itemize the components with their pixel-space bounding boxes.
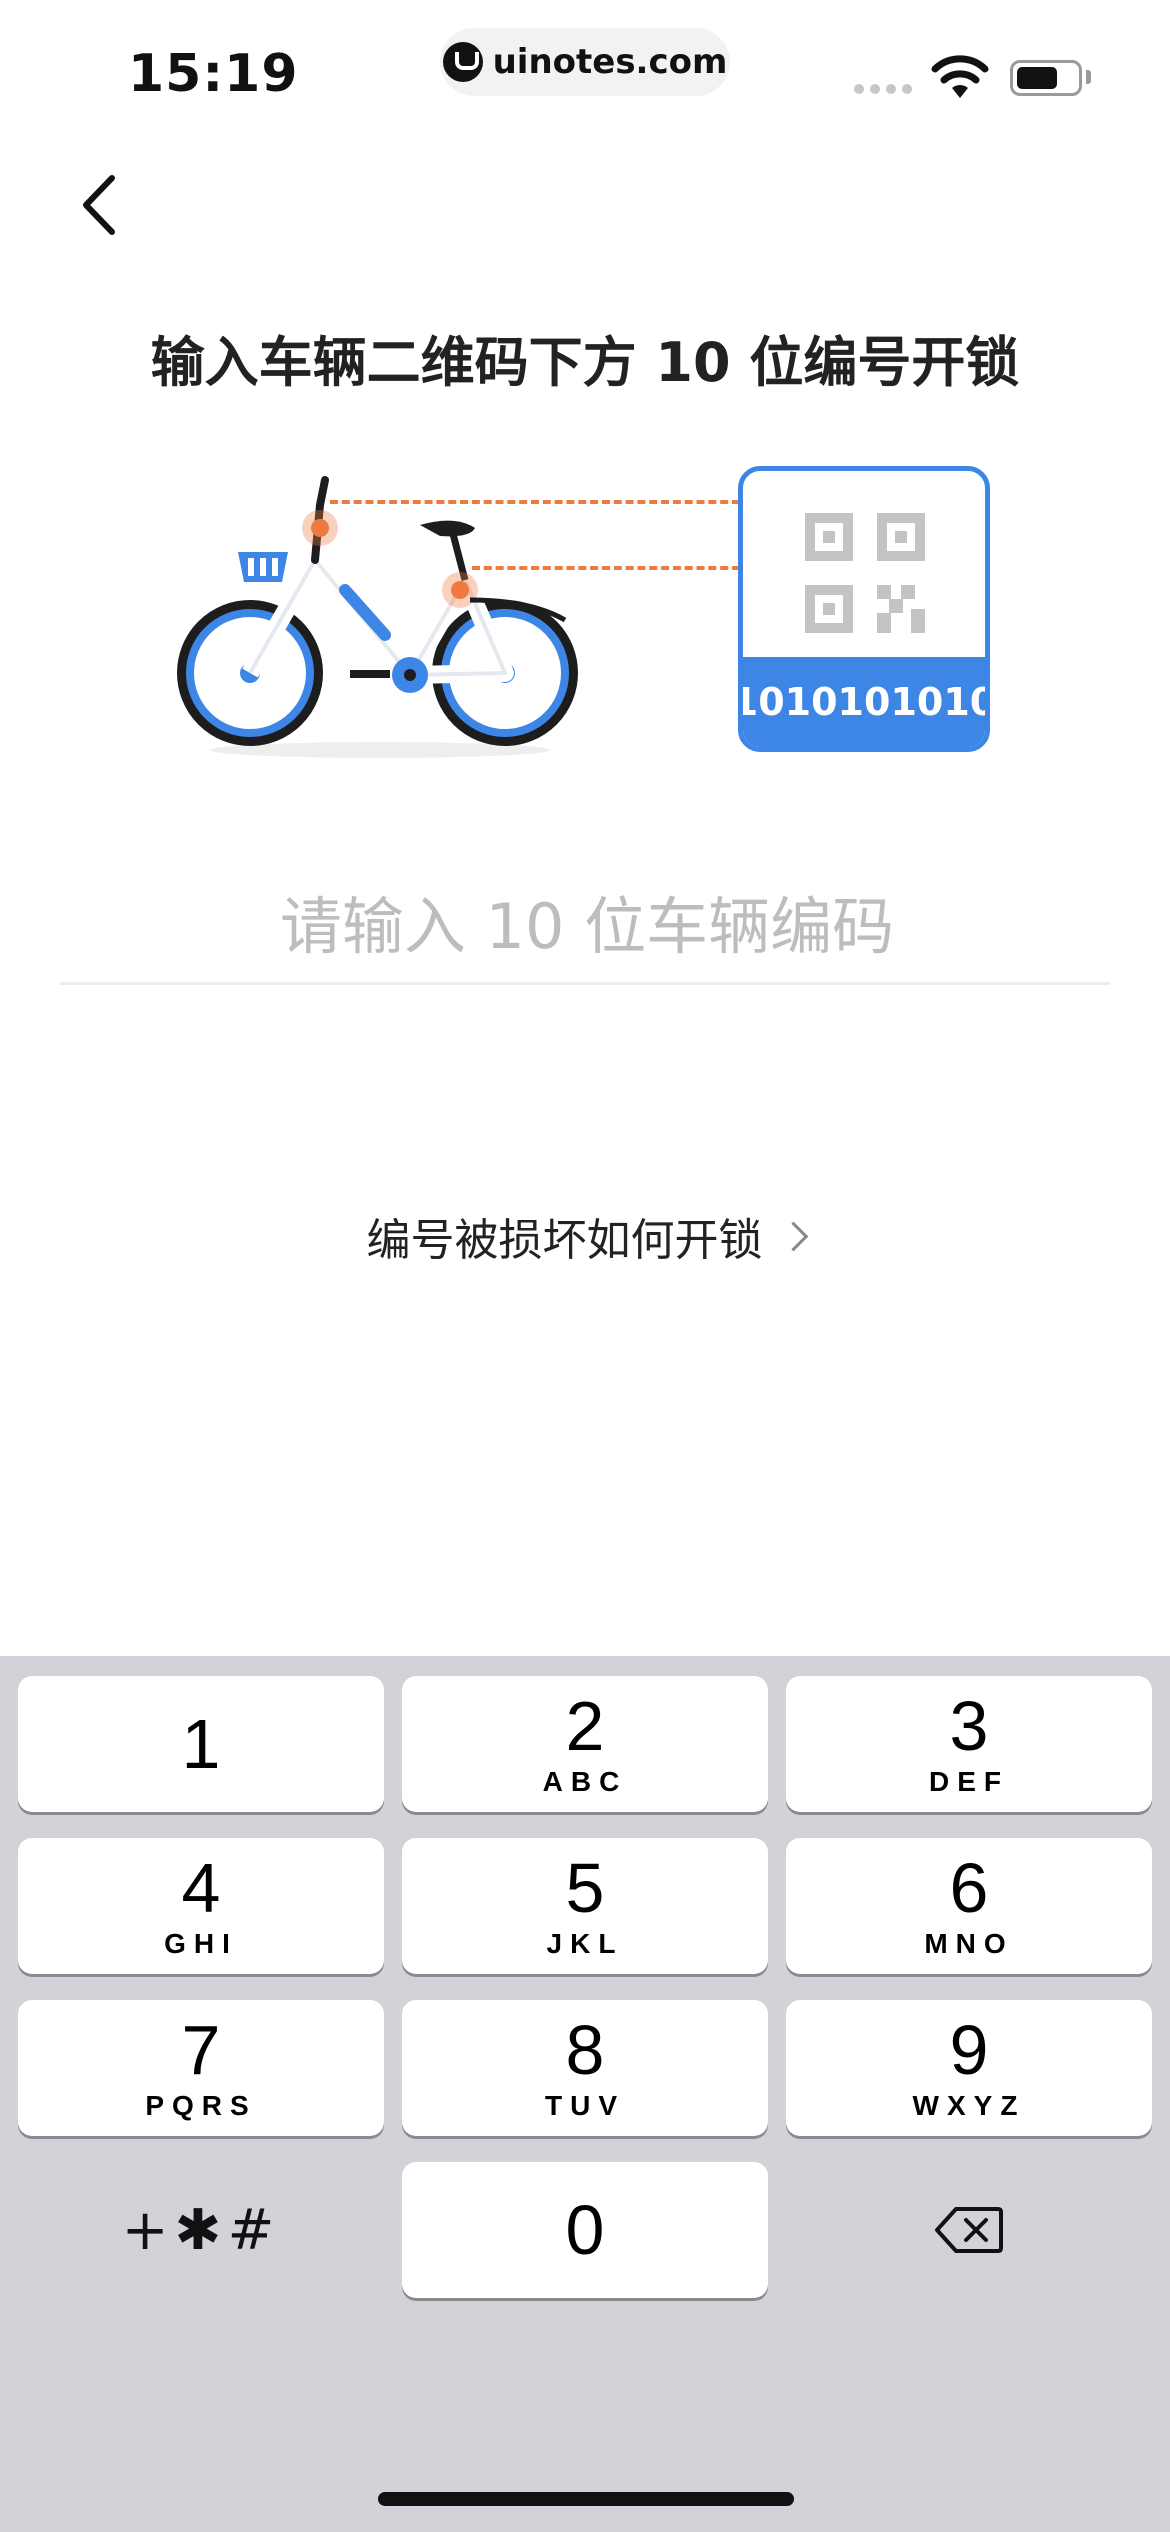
- url-pill[interactable]: uinotes.com: [440, 28, 730, 96]
- key-1[interactable]: 1: [18, 1676, 384, 1812]
- key-8[interactable]: 8 TUV: [402, 2000, 768, 2136]
- help-link-label: 编号被损坏如何开锁: [366, 1215, 763, 1266]
- connector-line-upper: [330, 500, 740, 504]
- key-5[interactable]: 5 JKL: [402, 1838, 768, 1974]
- key-4[interactable]: 4 GHI: [18, 1838, 384, 1974]
- battery-cap: [1086, 70, 1091, 84]
- bike-code-input[interactable]: [60, 870, 1114, 982]
- url-text: uinotes.com: [492, 42, 728, 82]
- qr-card: 1010101010: [738, 466, 990, 752]
- key-0[interactable]: 0: [402, 2162, 768, 2298]
- cellular-signal-icon: [854, 84, 912, 94]
- symbols-key[interactable]: +✱#: [18, 2162, 384, 2298]
- connector-line-lower: [472, 566, 740, 570]
- bike-illustration: [177, 476, 578, 758]
- qr-code-icon: [805, 513, 925, 633]
- status-time: 15:19: [128, 44, 299, 104]
- damaged-code-help-link[interactable]: 编号被损坏如何开锁: [0, 1204, 1170, 1268]
- battery-icon: [1010, 60, 1082, 96]
- backspace-icon: [935, 2207, 1003, 2253]
- delete-key[interactable]: [786, 2162, 1152, 2298]
- key-7[interactable]: 7 PQRS: [18, 2000, 384, 2136]
- chevron-left-icon[interactable]: [70, 170, 130, 240]
- key-3[interactable]: 3 DEF: [786, 1676, 1152, 1812]
- chevron-right-icon: [778, 1221, 808, 1251]
- site-logo-icon: [442, 42, 483, 82]
- input-underline: [60, 982, 1110, 985]
- key-2[interactable]: 2 ABC: [402, 1676, 768, 1812]
- home-indicator[interactable]: [378, 2492, 794, 2506]
- page-title: 输入车辆二维码下方 10 位编号开锁: [150, 331, 1020, 394]
- wifi-icon: [931, 55, 989, 98]
- key-9[interactable]: 9 WXYZ: [786, 2000, 1152, 2136]
- qr-number-label: 1010101010: [743, 657, 985, 747]
- key-6[interactable]: 6 MNO: [786, 1838, 1152, 1974]
